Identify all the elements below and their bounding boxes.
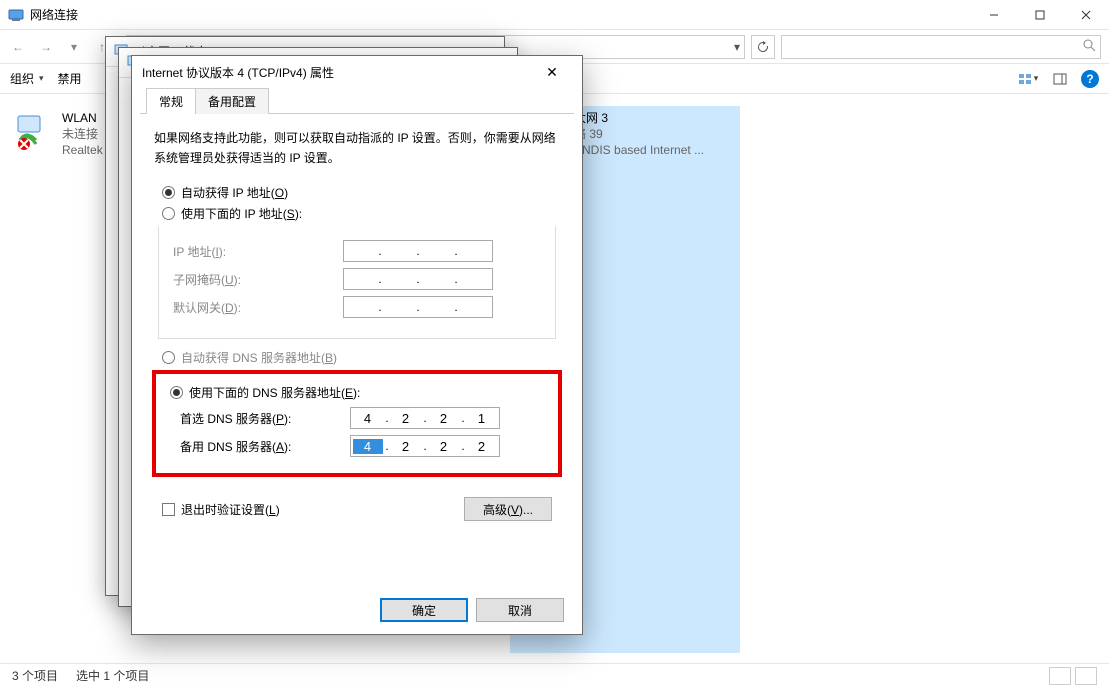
ipv4-dialog-close-button[interactable]: ✕ bbox=[532, 60, 572, 84]
close-button[interactable] bbox=[1063, 0, 1109, 30]
radio-use-following-dns[interactable]: 使用下面的 DNS 服务器地址(E): bbox=[170, 384, 550, 401]
adapter-eth3-driver: ote NDIS based Internet ... bbox=[562, 142, 704, 158]
recent-locations-button[interactable]: ▾ bbox=[62, 35, 86, 59]
help-button[interactable]: ? bbox=[1081, 70, 1099, 88]
network-connections-icon bbox=[8, 7, 24, 23]
refresh-button[interactable] bbox=[751, 35, 775, 59]
address-dropdown-icon[interactable]: ▾ bbox=[734, 40, 740, 54]
radio-obtain-ip-auto[interactable]: 自动获得 IP 地址(O) bbox=[162, 184, 560, 201]
radio-icon bbox=[162, 186, 175, 199]
input-preferred-dns[interactable]: 4. 2. 2. 1 bbox=[350, 407, 500, 429]
view-options-menu[interactable] bbox=[1017, 68, 1039, 90]
adapter-eth3-title: 以太网 3 bbox=[562, 110, 704, 126]
radio-use-following-ip[interactable]: 使用下面的 IP 地址(S): bbox=[162, 205, 560, 222]
search-icon bbox=[1082, 38, 1096, 55]
radio-icon bbox=[162, 207, 175, 220]
adapter-eth3-status: 网络 39 bbox=[562, 126, 704, 142]
label-default-gateway: 默认网关(D): bbox=[173, 299, 343, 316]
advanced-button[interactable]: 高级(V)... bbox=[464, 497, 552, 521]
dns-highlight-box: 使用下面的 DNS 服务器地址(E): 首选 DNS 服务器(P): 4. 2.… bbox=[152, 370, 562, 477]
tab-alternate-config[interactable]: 备用配置 bbox=[195, 88, 269, 114]
ipv4-properties-dialog: Internet 协议版本 4 (TCP/IPv4) 属性 ✕ 常规 备用配置 … bbox=[131, 55, 583, 635]
organize-menu[interactable]: 组织 bbox=[10, 70, 44, 87]
back-button[interactable]: ← bbox=[6, 35, 30, 59]
radio-icon bbox=[162, 351, 175, 364]
minimize-button[interactable] bbox=[971, 0, 1017, 30]
input-default-gateway: ... bbox=[343, 296, 493, 318]
disable-device-button[interactable]: 禁用 bbox=[58, 70, 82, 87]
cancel-button[interactable]: 取消 bbox=[476, 598, 564, 622]
label-ip-address: IP 地址(I): bbox=[173, 243, 343, 260]
preview-pane-button[interactable] bbox=[1049, 68, 1071, 90]
ok-button[interactable]: 确定 bbox=[380, 598, 468, 622]
radio-icon bbox=[170, 386, 183, 399]
checkbox-validate-on-exit[interactable] bbox=[162, 503, 175, 516]
ipv4-dialog-title: Internet 协议版本 4 (TCP/IPv4) 属性 bbox=[142, 64, 334, 81]
label-alternate-dns: 备用 DNS 服务器(A): bbox=[180, 438, 350, 455]
status-selection-count: 选中 1 个项目 bbox=[76, 667, 149, 684]
search-input[interactable] bbox=[781, 35, 1101, 59]
view-details-button[interactable] bbox=[1049, 667, 1071, 685]
label-preferred-dns: 首选 DNS 服务器(P): bbox=[180, 410, 350, 427]
label-subnet-mask: 子网掩码(U): bbox=[173, 271, 343, 288]
status-item-count: 3 个项目 bbox=[12, 667, 58, 684]
radio-obtain-dns-auto[interactable]: 自动获得 DNS 服务器地址(B) bbox=[162, 349, 560, 366]
adapter-wlan-title: WLAN bbox=[62, 110, 103, 126]
ipv4-description: 如果网络支持此功能，则可以获取自动指派的 IP 设置。否则，你需要从网络系统管理… bbox=[154, 128, 560, 168]
input-ip-address: ... bbox=[343, 240, 493, 262]
maximize-button[interactable] bbox=[1017, 0, 1063, 30]
input-subnet-mask: ... bbox=[343, 268, 493, 290]
adapter-wlan-driver: Realtek bbox=[62, 142, 103, 158]
adapter-wlan-status: 未连接 bbox=[62, 126, 103, 142]
wlan-icon bbox=[14, 110, 56, 152]
input-alternate-dns[interactable]: 4. 2. 2. 2 bbox=[350, 435, 500, 457]
label-validate-on-exit: 退出时验证设置(L) bbox=[181, 501, 280, 518]
tab-general[interactable]: 常规 bbox=[146, 88, 196, 114]
window-title: 网络连接 bbox=[30, 6, 78, 23]
forward-button[interactable]: → bbox=[34, 35, 58, 59]
view-icons-button[interactable] bbox=[1075, 667, 1097, 685]
